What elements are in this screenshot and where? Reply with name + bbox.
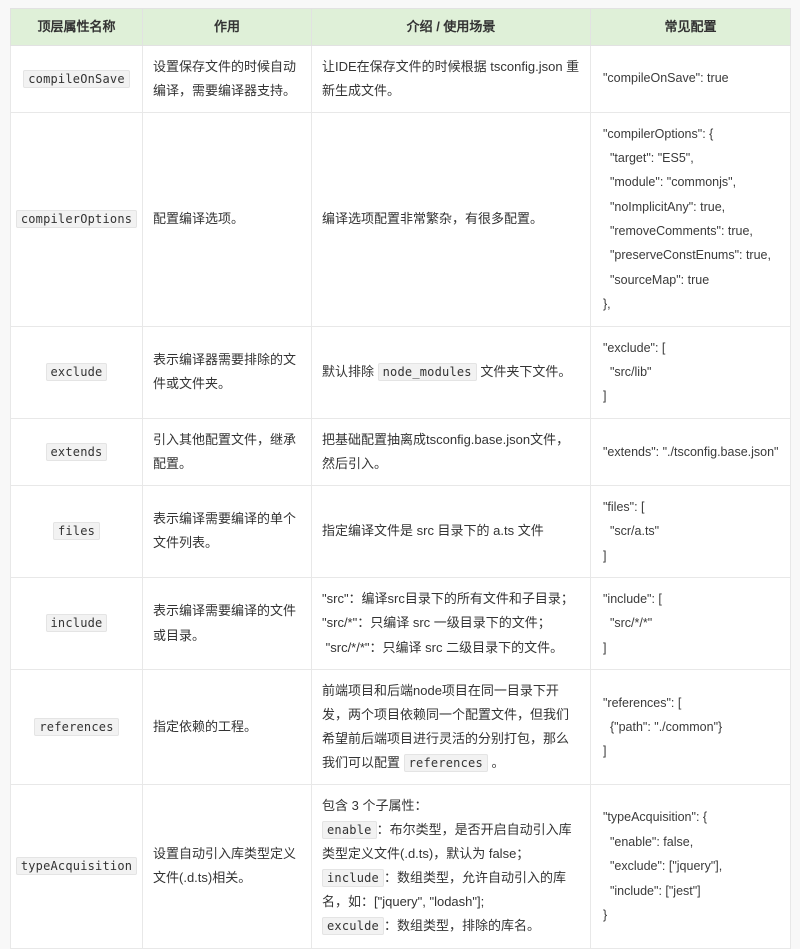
property-role-cell: 配置编译选项。 bbox=[142, 111, 312, 327]
property-description-cell: 包含 3 个子属性： enable ：布尔类型，是否开启自动引入库类型定义文件(.… bbox=[311, 784, 591, 949]
property-config-cell: "references": [ {"path": "./common"} ] bbox=[590, 669, 791, 786]
property-name-cell: include bbox=[10, 576, 143, 671]
property-name-code: files bbox=[52, 522, 101, 541]
property-description-cell: 让IDE在保存文件的时候根据 tsconfig.json 重新生成文件。 bbox=[311, 44, 591, 113]
property-name-cell: files bbox=[10, 484, 143, 578]
table-row: references 指定依赖的工程。 前端项目和后端node项目在同一目录下开发，… bbox=[10, 669, 791, 786]
table-row: extends 引入其他配置文件，继承配置。 把基础配置抽离成tsconfig.ba… bbox=[10, 417, 791, 486]
table-row: typeAcquisition 设置自动引入库类型定义文件(.d.ts)相关。 包含… bbox=[10, 784, 791, 949]
description-text: 把基础配置抽离成tsconfig.base.json文件，然后引入。 bbox=[322, 431, 570, 471]
column-header-description: 介绍 / 使用场景 bbox=[311, 8, 591, 46]
property-config-cell: "files": [ "scr/a.ts" ] bbox=[590, 484, 791, 578]
property-name-cell: compilerOptions bbox=[10, 111, 143, 327]
property-name-cell: compileOnSave bbox=[10, 44, 143, 113]
property-name-cell: extends bbox=[10, 417, 143, 486]
table-row: compileOnSave 设置保存文件的时候自动编译，需要编译器支持。 让IDE在… bbox=[10, 44, 791, 113]
column-header-role: 作用 bbox=[142, 8, 312, 46]
description-text: 编译选项配置非常繁杂，有很多配置。 bbox=[322, 211, 544, 227]
description-inline-code: node_modules bbox=[377, 363, 477, 382]
table-header: 顶层属性名称 作用 介绍 / 使用场景 常见配置 bbox=[10, 8, 791, 46]
property-description-cell: 默认排除 node_modules 文件夹下文件。 bbox=[311, 325, 591, 419]
property-description-cell: 前端项目和后端node项目在同一目录下开发，两个项目依赖同一个配置文件，但我们希… bbox=[311, 669, 591, 786]
config-snippet: "typeAcquisition": { "enable": false, "e… bbox=[603, 810, 723, 922]
description-inline-code: exculde bbox=[322, 917, 384, 936]
description-text: 包含 3 个子属性： bbox=[322, 798, 428, 814]
property-name-code: references bbox=[34, 718, 119, 737]
property-name-cell: exclude bbox=[10, 325, 143, 419]
table-row: files 表示编译需要编译的单个文件列表。 指定编译文件是 src 目录下的 a.… bbox=[10, 484, 791, 578]
property-config-cell: "include": [ "src/*/*" ] bbox=[590, 576, 791, 671]
property-description-cell: 编译选项配置非常繁杂，有很多配置。 bbox=[311, 111, 591, 327]
description-inline-code: enable bbox=[322, 821, 377, 840]
config-snippet: "compilerOptions": { "target": "ES5", "m… bbox=[603, 126, 771, 312]
tsconfig-properties-table: 顶层属性名称 作用 介绍 / 使用场景 常见配置 compileOnSave 设置… bbox=[10, 8, 791, 949]
config-snippet: "compileOnSave": true bbox=[603, 71, 729, 86]
config-snippet: "exclude": [ "src/lib" ] bbox=[603, 340, 666, 404]
property-role-cell: 引入其他配置文件，继承配置。 bbox=[142, 417, 312, 486]
property-name-cell: typeAcquisition bbox=[10, 784, 143, 949]
table-row: exclude 表示编译器需要排除的文件或文件夹。 默认排除 node_module… bbox=[10, 325, 791, 419]
property-name-code: compilerOptions bbox=[15, 210, 138, 229]
config-snippet: "files": [ "scr/a.ts" ] bbox=[603, 499, 660, 563]
description-text: 。 bbox=[487, 755, 505, 771]
property-name-code: extends bbox=[45, 442, 108, 461]
description-inline-code: include bbox=[322, 869, 384, 888]
property-role-cell: 设置保存文件的时候自动编译，需要编译器支持。 bbox=[142, 44, 312, 113]
property-role-cell: 表示编译器需要排除的文件或文件夹。 bbox=[142, 325, 312, 419]
description-text: "src"：编译src目录下的所有文件和子目录； "src/*"：只编译 src… bbox=[322, 591, 574, 655]
description-text: 文件夹下文件。 bbox=[476, 364, 572, 380]
property-role-cell: 表示编译需要编译的文件或目录。 bbox=[142, 576, 312, 671]
column-header-config: 常见配置 bbox=[590, 8, 791, 46]
table-row: include 表示编译需要编译的文件或目录。 "src"：编译src目录下的所有文… bbox=[10, 576, 791, 671]
description-text: ：数组类型，排除的库名。 bbox=[383, 918, 540, 934]
description-text: 默认排除 bbox=[322, 364, 378, 380]
description-text: 让IDE在保存文件的时候根据 tsconfig.json 重新生成文件。 bbox=[322, 58, 580, 98]
property-role-cell: 指定依赖的工程。 bbox=[142, 669, 312, 786]
description-text: 指定编译文件是 src 目录下的 a.ts 文件 bbox=[322, 523, 544, 539]
property-config-cell: "extends": "./tsconfig.base.json" bbox=[590, 417, 791, 486]
table-header-row: 顶层属性名称 作用 介绍 / 使用场景 常见配置 bbox=[10, 8, 791, 46]
property-config-cell: "compilerOptions": { "target": "ES5", "m… bbox=[590, 111, 791, 327]
property-name-code: compileOnSave bbox=[23, 69, 130, 88]
property-role-cell: 表示编译需要编译的单个文件列表。 bbox=[142, 484, 312, 578]
property-description-cell: 把基础配置抽离成tsconfig.base.json文件，然后引入。 bbox=[311, 417, 591, 486]
config-snippet: "include": [ "src/*/*" ] bbox=[603, 591, 662, 655]
table-row: compilerOptions 配置编译选项。 编译选项配置非常繁杂，有很多配置。 "… bbox=[10, 111, 791, 327]
property-role-cell: 设置自动引入库类型定义文件(.d.ts)相关。 bbox=[142, 784, 312, 949]
property-name-cell: references bbox=[10, 669, 143, 786]
property-config-cell: "typeAcquisition": { "enable": false, "e… bbox=[590, 784, 791, 949]
property-description-cell: 指定编译文件是 src 目录下的 a.ts 文件 bbox=[311, 484, 591, 578]
property-config-cell: "compileOnSave": true bbox=[590, 44, 791, 113]
property-name-code: typeAcquisition bbox=[15, 857, 138, 876]
property-description-cell: "src"：编译src目录下的所有文件和子目录； "src/*"：只编译 src… bbox=[311, 576, 591, 671]
property-config-cell: "exclude": [ "src/lib" ] bbox=[590, 325, 791, 419]
config-snippet: "extends": "./tsconfig.base.json" bbox=[603, 444, 779, 459]
config-snippet: "references": [ {"path": "./common"} ] bbox=[603, 695, 723, 759]
table-body: compileOnSave 设置保存文件的时候自动编译，需要编译器支持。 让IDE在… bbox=[10, 44, 791, 949]
table-container: 顶层属性名称 作用 介绍 / 使用场景 常见配置 compileOnSave 设置… bbox=[0, 0, 800, 949]
column-header-name: 顶层属性名称 bbox=[10, 8, 143, 46]
property-name-code: include bbox=[45, 614, 108, 633]
description-inline-code: references bbox=[403, 754, 488, 773]
property-name-code: exclude bbox=[45, 363, 108, 382]
